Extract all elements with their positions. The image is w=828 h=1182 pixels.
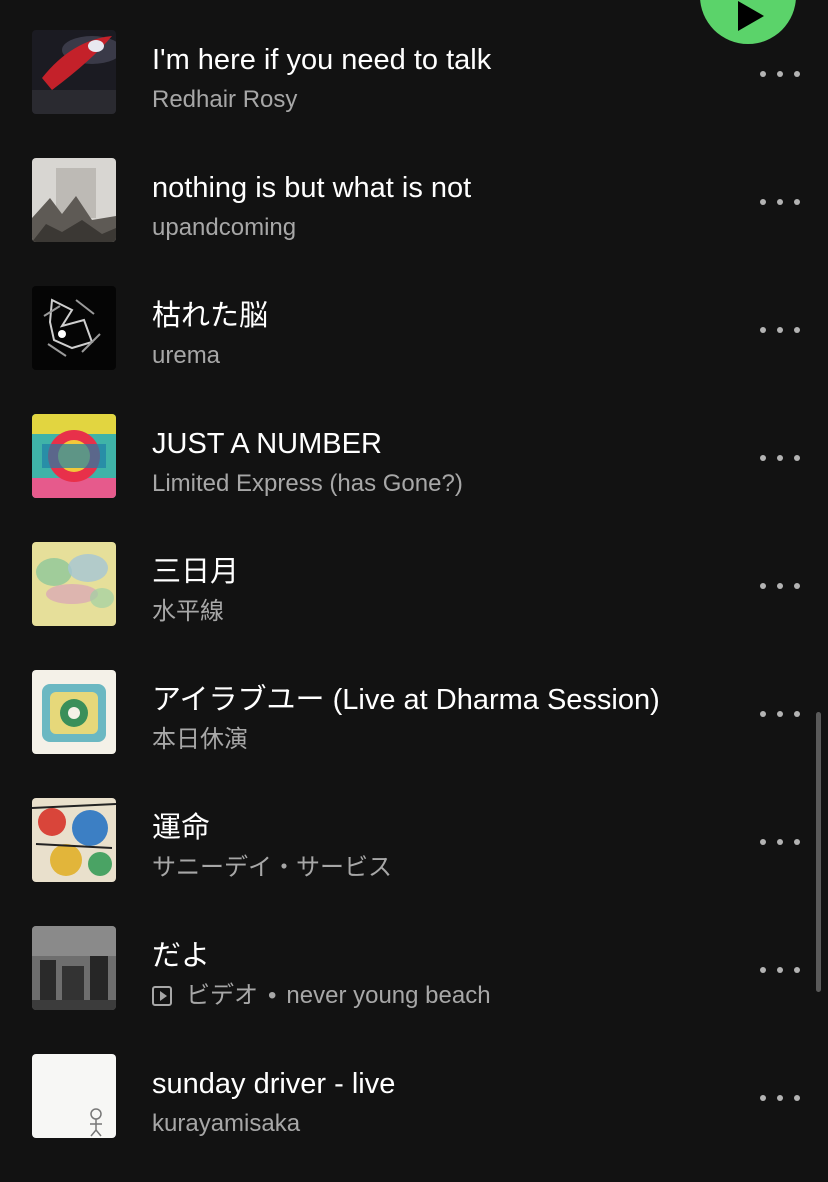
track-artist: urema — [152, 340, 697, 372]
more-options-button[interactable] — [760, 320, 800, 340]
track-row[interactable]: sunday driver - live kurayamisaka — [0, 1054, 828, 1182]
artist-name[interactable]: Limited Express (has Gone?) — [152, 468, 463, 500]
more-horizontal-icon — [760, 327, 766, 333]
artist-name[interactable]: 水平線 — [152, 596, 224, 628]
track-list: I'm here if you need to talk Redhair Ros… — [0, 30, 828, 1182]
track-artist: ビデオ • never young beach — [152, 980, 697, 1012]
artist-name[interactable]: サニーデイ・サービス — [152, 852, 392, 884]
artist-name[interactable]: Redhair Rosy — [152, 84, 297, 116]
album-art[interactable] — [32, 286, 116, 370]
track-title[interactable]: アイラブユー (Live at Dharma Session) — [152, 682, 697, 718]
more-options-button[interactable] — [760, 192, 800, 212]
more-options-button[interactable] — [760, 704, 800, 724]
more-horizontal-icon — [760, 839, 766, 845]
track-row[interactable]: アイラブユー (Live at Dharma Session) 本日休演 — [0, 670, 828, 798]
track-row[interactable]: nothing is but what is not upandcoming — [0, 158, 828, 286]
more-horizontal-icon — [760, 967, 766, 973]
album-art[interactable] — [32, 542, 116, 626]
track-title[interactable]: nothing is but what is not — [152, 170, 697, 206]
artist-name[interactable]: urema — [152, 340, 220, 372]
more-horizontal-icon — [760, 1095, 766, 1101]
more-horizontal-icon — [760, 711, 766, 717]
track-artist: Limited Express (has Gone?) — [152, 468, 697, 500]
album-art[interactable] — [32, 798, 116, 882]
track-title[interactable]: 枯れた脳 — [152, 298, 697, 334]
track-row[interactable]: I'm here if you need to talk Redhair Ros… — [0, 30, 828, 158]
more-horizontal-icon — [760, 455, 766, 461]
album-art[interactable] — [32, 1054, 116, 1138]
artist-name[interactable]: never young beach — [286, 980, 490, 1012]
track-row[interactable]: 運命 サニーデイ・サービス — [0, 798, 828, 926]
track-title[interactable]: JUST A NUMBER — [152, 426, 697, 462]
album-art[interactable] — [32, 158, 116, 242]
track-artist: upandcoming — [152, 212, 697, 244]
album-art[interactable] — [32, 670, 116, 754]
more-options-button[interactable] — [760, 832, 800, 852]
artist-name[interactable]: 本日休演 — [152, 724, 248, 756]
play-icon — [738, 1, 764, 31]
track-artist: サニーデイ・サービス — [152, 852, 697, 884]
video-icon — [152, 986, 172, 1006]
track-title[interactable]: 三日月 — [152, 554, 697, 590]
track-artist: 水平線 — [152, 596, 697, 628]
track-row[interactable]: JUST A NUMBER Limited Express (has Gone?… — [0, 414, 828, 542]
track-artist: Redhair Rosy — [152, 84, 697, 116]
track-title[interactable]: sunday driver - live — [152, 1066, 697, 1102]
album-art[interactable] — [32, 926, 116, 1010]
artist-name[interactable]: upandcoming — [152, 212, 296, 244]
album-art[interactable] — [32, 414, 116, 498]
separator-dot: • — [268, 982, 277, 1009]
track-title[interactable]: 運命 — [152, 810, 697, 846]
track-row[interactable]: だよ ビデオ • never young beach — [0, 926, 828, 1054]
content-type-label: ビデオ — [186, 982, 258, 1009]
more-horizontal-icon — [760, 71, 766, 77]
track-title[interactable]: だよ — [152, 938, 697, 974]
more-options-button[interactable] — [760, 1088, 800, 1108]
track-artist: kurayamisaka — [152, 1108, 697, 1140]
artist-name[interactable]: kurayamisaka — [152, 1108, 300, 1140]
album-art[interactable] — [32, 30, 116, 114]
scrollbar[interactable] — [816, 712, 821, 992]
more-options-button[interactable] — [760, 576, 800, 596]
track-artist: 本日休演 — [152, 724, 697, 756]
more-options-button[interactable] — [760, 960, 800, 980]
track-title[interactable]: I'm here if you need to talk — [152, 42, 697, 78]
track-row[interactable]: 枯れた脳 urema — [0, 286, 828, 414]
track-row[interactable]: 三日月 水平線 — [0, 542, 828, 670]
more-horizontal-icon — [760, 199, 766, 205]
more-options-button[interactable] — [760, 448, 800, 468]
more-horizontal-icon — [760, 583, 766, 589]
more-options-button[interactable] — [760, 64, 800, 84]
